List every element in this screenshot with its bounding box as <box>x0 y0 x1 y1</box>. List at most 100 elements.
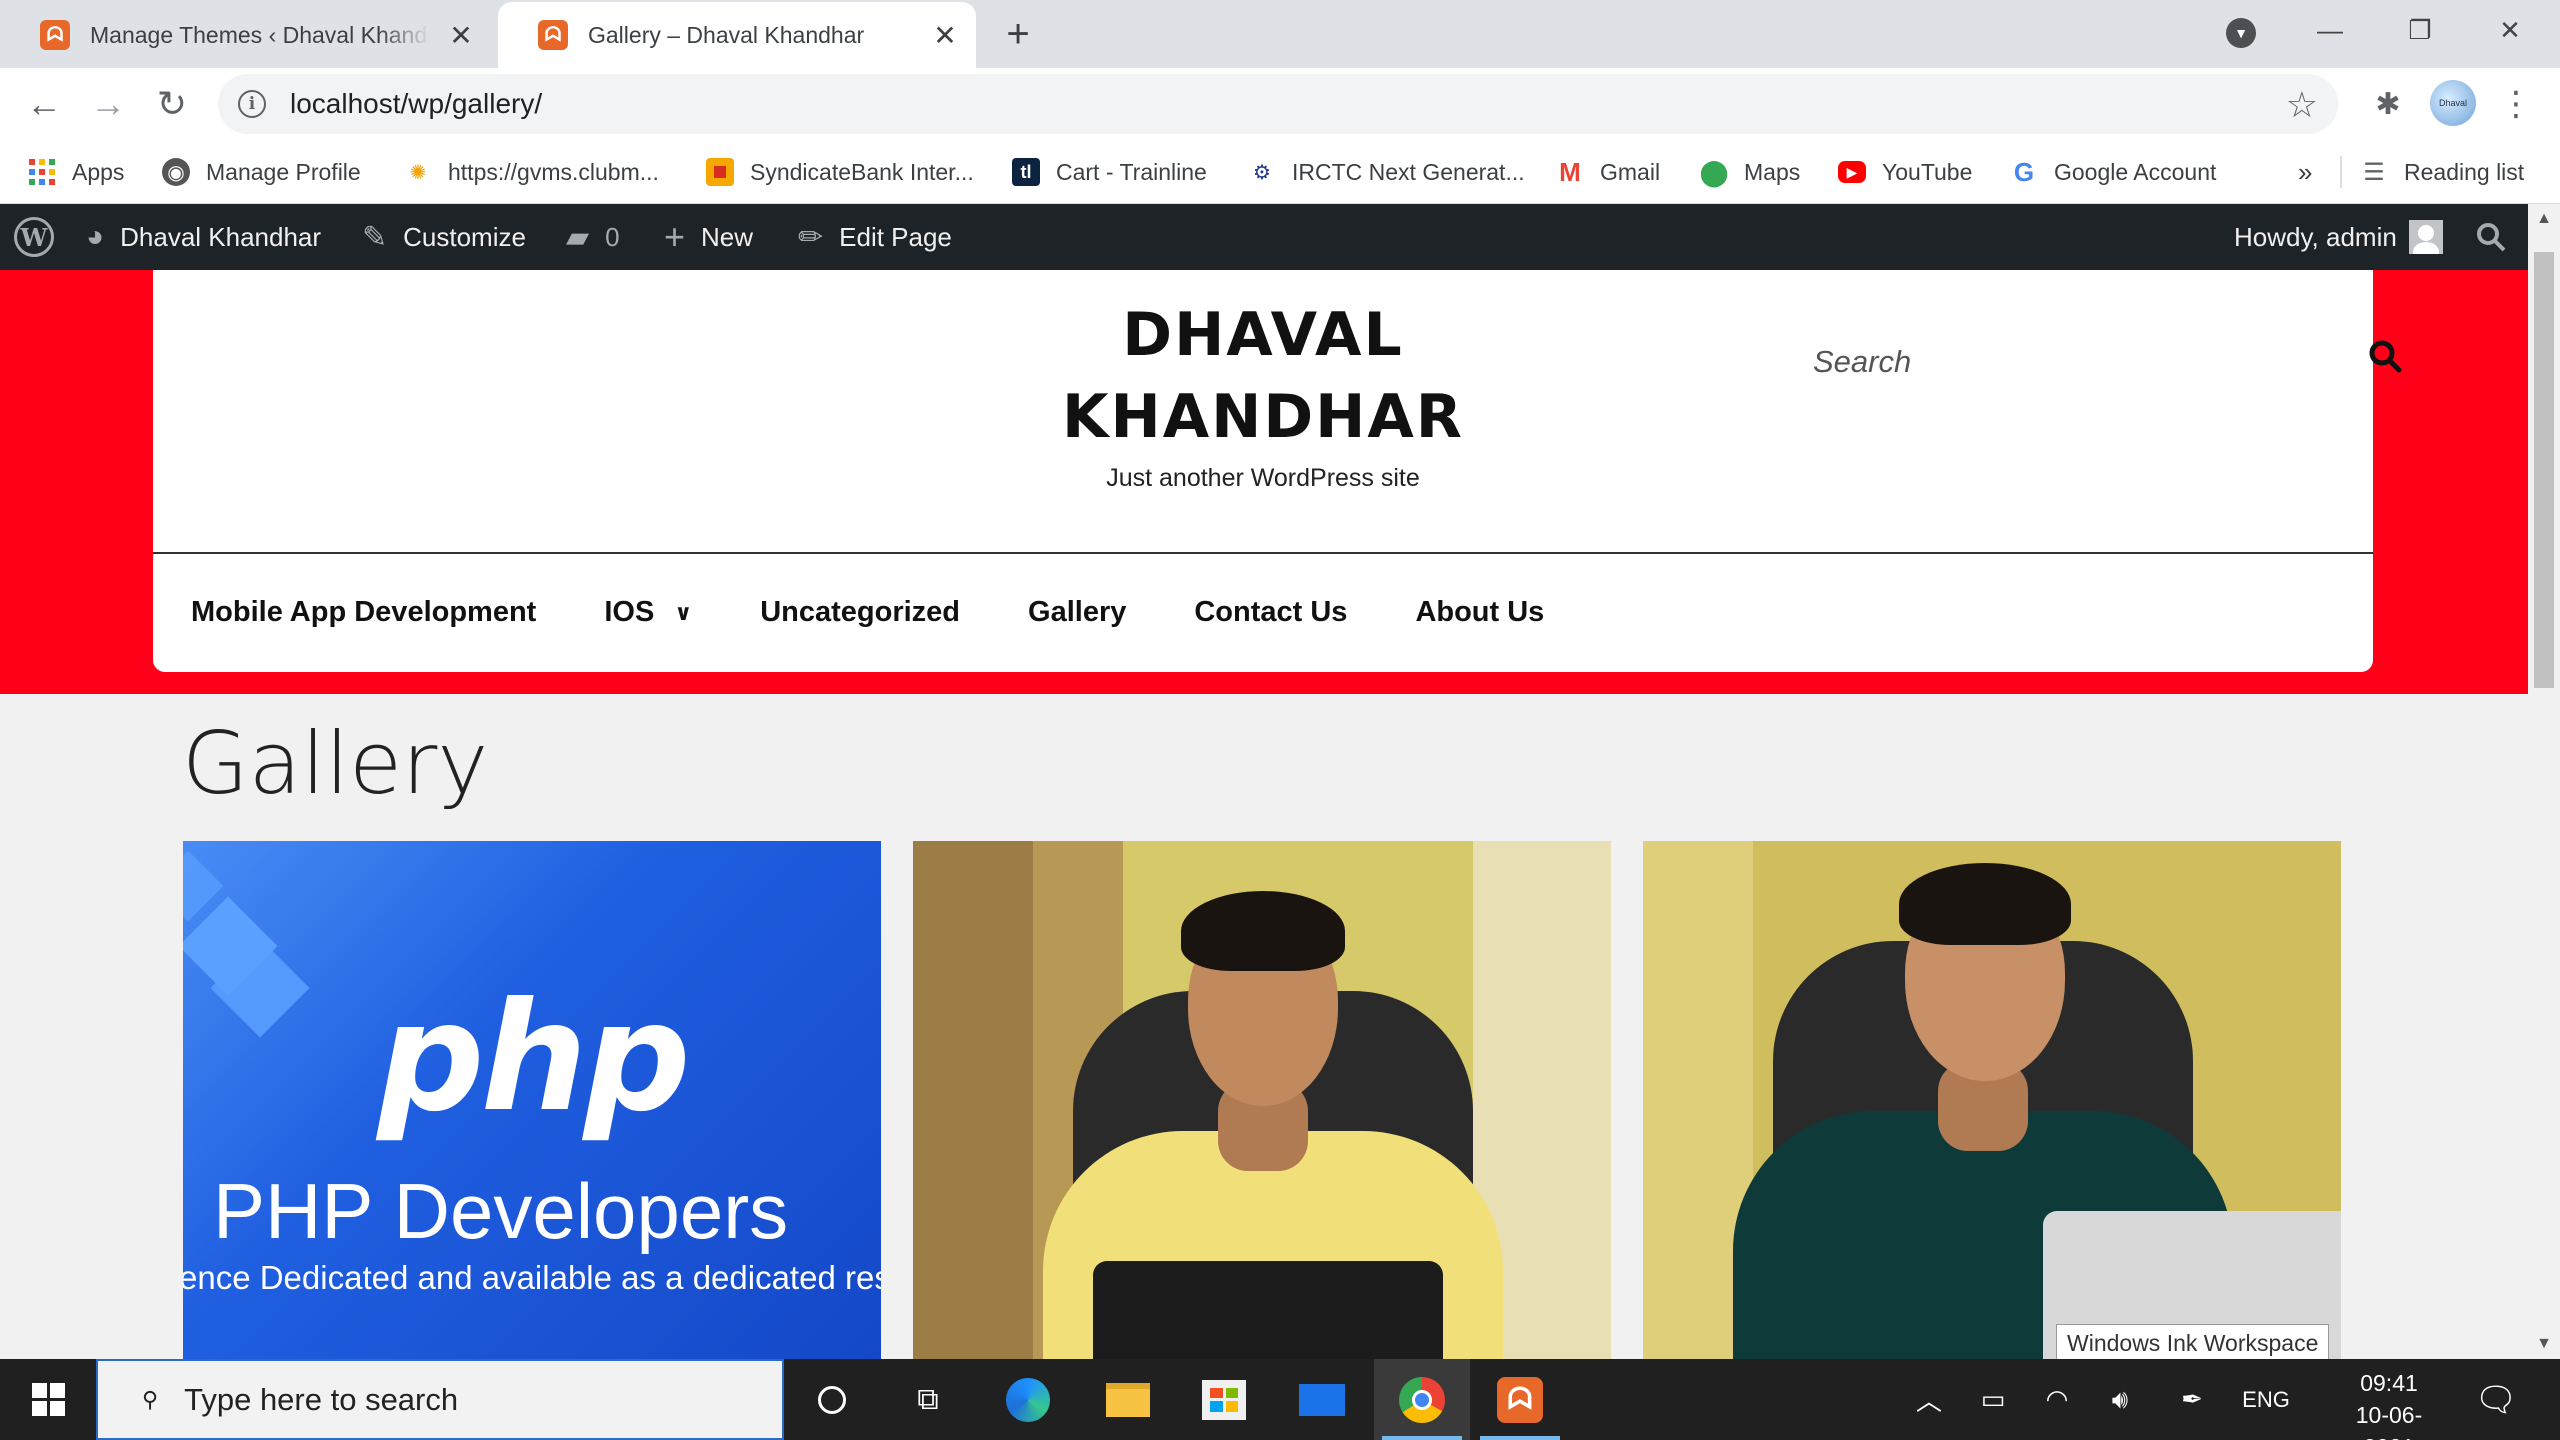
irctc-icon: ⚙ <box>1253 161 1271 184</box>
chrome-icon <box>1399 1376 1445 1423</box>
tab-close-button[interactable]: ✕ <box>444 18 478 52</box>
bookmark-apps[interactable]: Apps <box>28 152 124 192</box>
new-tab-button[interactable]: + <box>996 12 1040 56</box>
apps-grid-icon <box>28 158 56 186</box>
bookmarks-divider <box>2340 156 2342 188</box>
taskbar-xampp[interactable]: ᗣ <box>1472 1359 1568 1440</box>
taskbar-edge[interactable] <box>980 1359 1076 1440</box>
tab-gallery[interactable]: ᗣ Gallery – Dhaval Khandhar ✕ <box>498 2 976 68</box>
pinwheel-icon: ✺ <box>409 161 427 184</box>
taskbar-mail[interactable] <box>1274 1359 1370 1440</box>
cortana-circle-icon <box>818 1385 846 1414</box>
search-icon[interactable] <box>2367 338 2403 374</box>
menu-item-mobile-app-development[interactable]: Mobile App Development <box>191 596 536 629</box>
url-text[interactable]: localhost/wp/gallery/ <box>290 88 542 120</box>
bookmark-label: IRCTC Next Generat... <box>1292 158 1525 185</box>
scroll-up-arrow-icon[interactable]: ▲ <box>2528 204 2560 234</box>
menu-item-gallery[interactable]: Gallery <box>1028 596 1126 629</box>
scrollbar-thumb[interactable] <box>2534 252 2554 688</box>
minimize-button[interactable]: — <box>2290 6 2370 54</box>
back-button[interactable]: ← <box>20 80 68 128</box>
adminbar-site-name[interactable]: ◕ Dhaval Khandhar <box>86 204 321 270</box>
ink-workspace-tooltip: Windows Ink Workspace <box>2056 1324 2330 1362</box>
trainline-icon: tl <box>1012 158 1040 186</box>
reload-button[interactable]: ↻ <box>148 80 196 128</box>
wp-logo-menu[interactable]: W <box>14 204 54 270</box>
wordpress-logo-icon: W <box>14 217 54 257</box>
start-button[interactable] <box>0 1359 96 1440</box>
bookmark-trainline[interactable]: tl Cart - Trainline <box>1012 152 1207 192</box>
cortana-button[interactable] <box>784 1359 880 1440</box>
show-hidden-icons-button[interactable]: ︿ <box>1904 1359 1954 1440</box>
extensions-puzzle-icon[interactable]: ✱ <box>2368 84 2408 124</box>
folder-icon <box>1106 1382 1150 1417</box>
adminbar-edit-page[interactable]: ✏ Edit Page <box>798 204 952 270</box>
menu-label: Uncategorized <box>760 596 961 628</box>
menu-label: Gallery <box>1028 596 1127 628</box>
task-view-button[interactable]: ⧉ <box>880 1359 976 1440</box>
taskbar-search-box[interactable]: ⚲ Type here to search <box>96 1359 784 1440</box>
bookmark-gvms[interactable]: ✺ https://gvms.clubm... <box>404 152 659 192</box>
profile-avatar[interactable]: Dhaval <box>2430 80 2476 126</box>
bookmark-irctc[interactable]: ⚙ IRCTC Next Generat... <box>1248 152 1525 192</box>
bookmark-star-icon[interactable]: ☆ <box>2286 84 2318 126</box>
taskbar-clock[interactable]: 09:41 10-06-2021 <box>2334 1367 2444 1440</box>
address-bar[interactable]: i localhost/wp/gallery/ ☆ <box>218 74 2338 134</box>
bookmark-youtube[interactable]: ▶ YouTube <box>1838 152 1972 192</box>
adminbar-my-account[interactable]: Howdy, admin <box>2234 204 2443 270</box>
taskbar-chrome[interactable] <box>1374 1359 1470 1440</box>
tab-manage-themes[interactable]: ᗣ Manage Themes ‹ Dhaval Khandhar ✕ <box>0 2 492 68</box>
adminbar-search[interactable] <box>2476 204 2506 270</box>
new-label: New <box>701 221 754 252</box>
page-scrollbar[interactable]: ▲ ▼ <box>2528 204 2560 1359</box>
bookmark-syndicatebank[interactable]: SyndicateBank Inter... <box>706 152 974 192</box>
adminbar-comments[interactable]: ▰ 0 <box>566 204 620 270</box>
forward-button[interactable]: → <box>84 80 132 128</box>
more-menu-icon[interactable]: ⋮ <box>2496 84 2536 124</box>
gallery-image-person-yellow-shirt[interactable] <box>913 841 1611 1359</box>
action-center-notification-icon[interactable]: 🗨︎ <box>2466 1359 2526 1440</box>
gallery-image-php[interactable]: php PHP Developers ence Dedicated and av… <box>183 841 881 1359</box>
adminbar-new[interactable]: + New <box>664 204 753 270</box>
maps-icon: ⬤ <box>1699 156 1729 187</box>
menu-item-contact-us[interactable]: Contact Us <box>1194 596 1347 629</box>
bookmarks-overflow-button[interactable]: » <box>2298 152 2312 192</box>
bookmark-manage-profile[interactable]: ◉ Manage Profile <box>162 152 361 192</box>
info-icon[interactable]: i <box>238 90 266 118</box>
site-header-card: DHAVAL KHANDHAR Just another WordPress s… <box>153 270 2402 672</box>
restore-button[interactable]: ❐ <box>2380 6 2460 54</box>
customize-label: Customize <box>403 221 526 252</box>
comments-count: 0 <box>605 221 620 252</box>
adminbar-customize[interactable]: ✎ Customize <box>362 204 526 270</box>
bookmark-gmail[interactable]: M Gmail <box>1556 152 1660 192</box>
menu-item-uncategorized[interactable]: Uncategorized <box>760 596 960 629</box>
tab-search-button[interactable]: ▼ <box>2226 18 2256 48</box>
bookmark-label: Cart - Trainline <box>1056 158 1207 185</box>
input-language-button[interactable]: ENG <box>2236 1359 2296 1440</box>
battery-icon[interactable]: ▭ <box>1968 1359 2018 1440</box>
chevron-down-icon[interactable]: ∨ <box>674 600 692 626</box>
browser-tab-strip: ᗣ Manage Themes ‹ Dhaval Khandhar ✕ ᗣ Ga… <box>0 0 2560 68</box>
wifi-icon[interactable]: ◠ <box>2032 1359 2082 1440</box>
menu-item-ios[interactable]: IOS ∨ <box>604 596 692 629</box>
menu-item-about-us[interactable]: About Us <box>1415 596 1544 629</box>
close-window-button[interactable]: ✕ <box>2470 6 2550 54</box>
taskbar-store[interactable] <box>1176 1359 1272 1440</box>
wp-admin-bar: W ◕ Dhaval Khandhar ✎ Customize ▰ 0 + Ne… <box>0 204 2528 270</box>
bookmark-label: Apps <box>72 158 125 185</box>
laptop <box>1093 1261 1443 1359</box>
tab-close-button[interactable]: ✕ <box>928 18 962 52</box>
bookmark-maps[interactable]: ⬤ Maps <box>1699 152 1800 192</box>
edge-icon <box>1006 1377 1050 1422</box>
pen-ink-icon[interactable]: ✒ <box>2164 1359 2220 1440</box>
taskbar-file-explorer[interactable] <box>1080 1359 1176 1440</box>
bookmark-google-account[interactable]: G Google Account <box>2010 152 2217 192</box>
volume-icon[interactable]: 🔊︎ <box>2092 1359 2148 1440</box>
scroll-down-arrow-icon[interactable]: ▼ <box>2528 1329 2560 1359</box>
pencil-icon: ✏ <box>798 220 824 254</box>
reading-list-button[interactable]: ☰ Reading list <box>2360 152 2524 192</box>
wall-panel <box>913 841 1033 1359</box>
header-search-field[interactable]: Search <box>1813 330 2443 396</box>
plus-icon: + <box>664 216 686 257</box>
gallery-image-person-dark-shirt[interactable] <box>1643 841 2341 1359</box>
